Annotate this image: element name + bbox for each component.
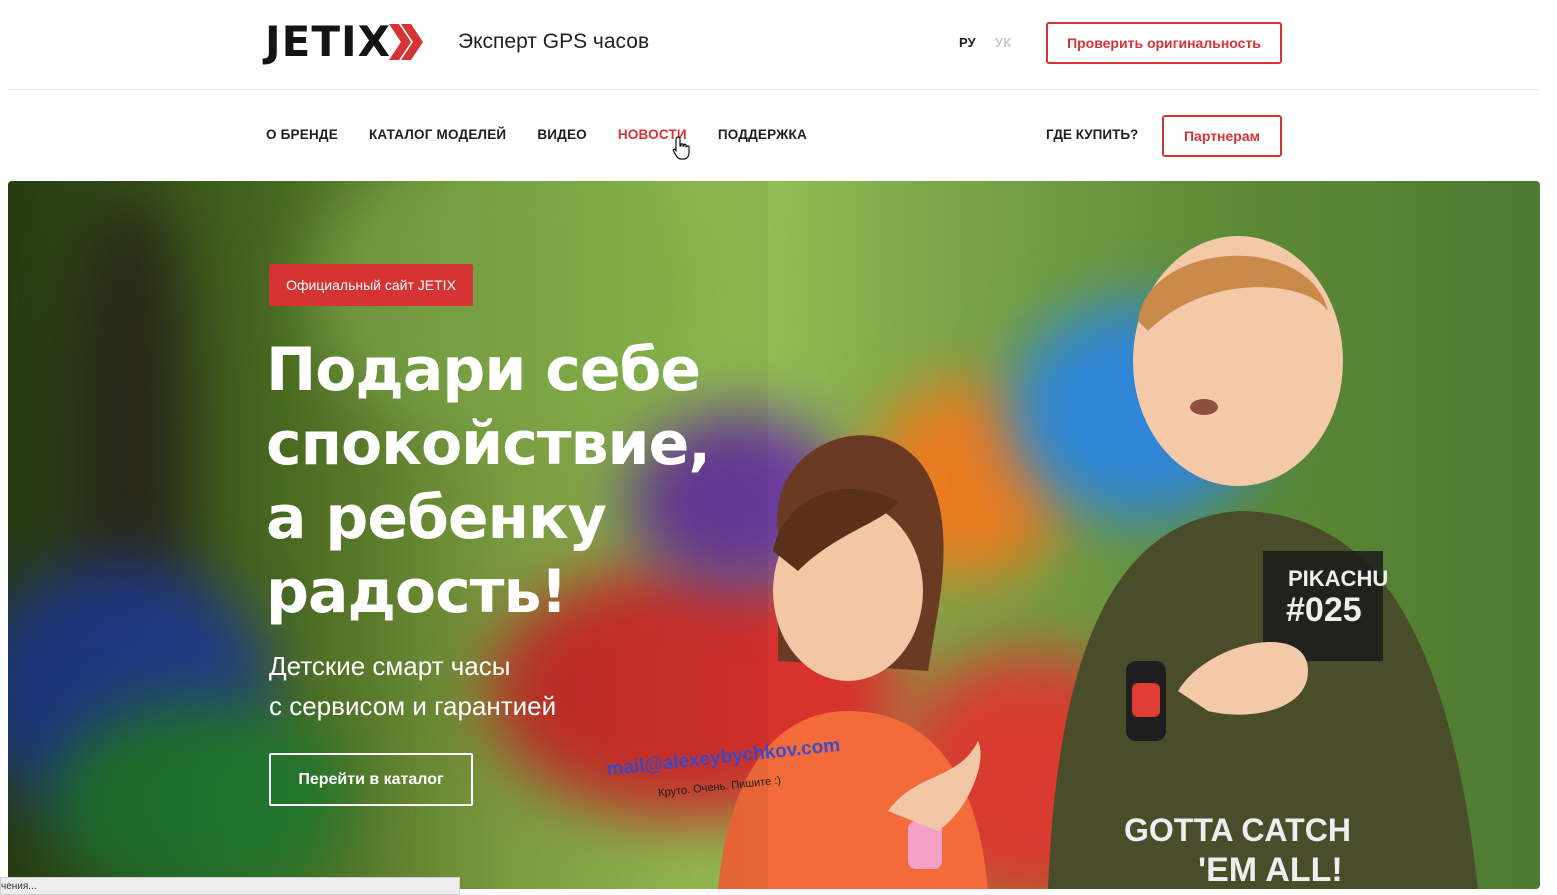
nav-item-video[interactable]: ВИДЕО bbox=[537, 127, 587, 142]
where-to-buy-link[interactable]: ГДЕ КУПИТЬ? bbox=[1046, 127, 1138, 142]
shirt-text-pikachu: PIKACHU bbox=[1288, 566, 1388, 591]
shirt-text-number: #025 bbox=[1286, 591, 1362, 629]
headline-line-4: радость! bbox=[266, 557, 568, 627]
shirt-text-gotta: GOTTA CATCH bbox=[1124, 812, 1351, 848]
hero-subtitle: Детские смарт часы с сервисом и гарантие… bbox=[269, 646, 629, 726]
top-bar: JETIX Эксперт GPS часов РУ УК Проверить … bbox=[0, 0, 1557, 88]
hero-banner: PIKACHU #025 GOTTA CATCH 'EM ALL! Официа… bbox=[8, 181, 1540, 889]
subtitle-line-2: с сервисом и гарантией bbox=[269, 691, 557, 721]
check-original-button[interactable]: Проверить оригинальность bbox=[1046, 22, 1282, 64]
nav-item-catalog[interactable]: КАТАЛОГ МОДЕЛЕЙ bbox=[369, 127, 506, 142]
brand-tagline: Эксперт GPS часов bbox=[458, 30, 650, 53]
hero-headline: Подари себе спокойствие, а ребенку радос… bbox=[266, 333, 766, 629]
partners-button[interactable]: Партнерам bbox=[1162, 115, 1282, 157]
nav-item-brand[interactable]: О БРЕНДЕ bbox=[266, 127, 338, 142]
logo-chevron-icon bbox=[388, 24, 423, 60]
boy-photo: PIKACHU #025 GOTTA CATCH 'EM ALL! bbox=[1048, 236, 1478, 889]
logo-wordmark: JETIX bbox=[265, 17, 391, 66]
lang-uk[interactable]: УК bbox=[995, 35, 1011, 50]
browser-status-bar: чения... bbox=[0, 877, 460, 895]
hand-cursor-icon bbox=[672, 136, 690, 160]
headline-line-3: а ребенку bbox=[266, 483, 607, 553]
main-nav: О БРЕНДЕ КАТАЛОГ МОДЕЛЕЙ ВИДЕО НОВОСТИ П… bbox=[266, 127, 838, 142]
go-to-catalog-button[interactable]: Перейти в каталог bbox=[269, 753, 473, 806]
nav-item-support[interactable]: ПОДДЕРЖКА bbox=[718, 127, 807, 142]
subtitle-line-1: Детские смарт часы bbox=[269, 651, 511, 681]
jetix-logo[interactable]: JETIX bbox=[265, 17, 423, 66]
official-site-badge: Официальный сайт JETIX bbox=[269, 264, 473, 306]
shirt-text-all: 'EM ALL! bbox=[1198, 851, 1343, 889]
headline-line-1: Подари себе bbox=[266, 335, 701, 405]
header-divider bbox=[8, 89, 1540, 90]
lang-ru[interactable]: РУ bbox=[959, 35, 976, 50]
headline-line-2: спокойствие, bbox=[266, 409, 711, 479]
